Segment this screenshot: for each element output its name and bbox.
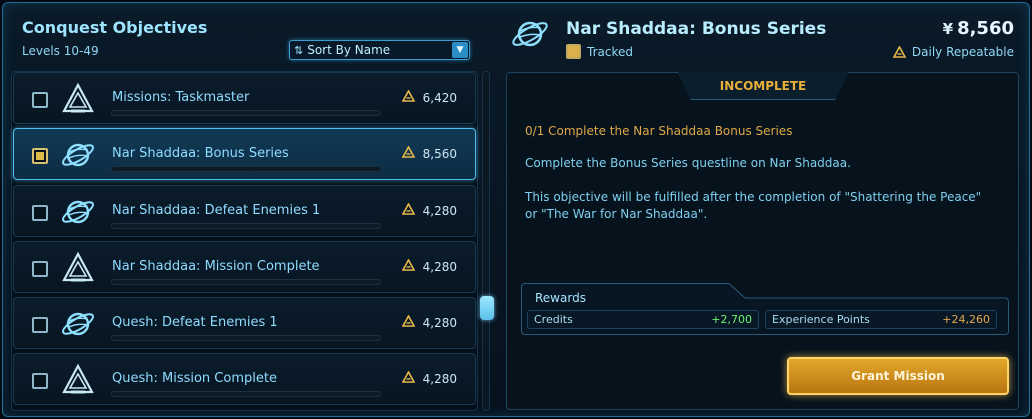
objective-name: Nar Shaddaa: Defeat Enemies 1: [112, 203, 321, 218]
conquest-chevron-icon: [60, 81, 96, 117]
objective-points-value: 6,420: [422, 90, 457, 105]
grant-mission-button[interactable]: Grant Mission: [787, 357, 1009, 395]
conquest-triangle-icon: [401, 315, 415, 330]
credits-value: +2,700: [711, 313, 752, 326]
reward-credits: Credits +2,700: [527, 310, 759, 329]
objective-row[interactable]: Missions: Taskmaster 6,420: [13, 72, 476, 124]
sort-dropdown[interactable]: ⇅ Sort By Name ▼: [289, 40, 470, 60]
track-checkbox[interactable]: [32, 148, 48, 164]
progress-text: 0/1 Complete the Nar Shaddaa Bonus Serie…: [525, 124, 793, 138]
track-checkbox[interactable]: [32, 373, 48, 389]
objective-name: Quesh: Defeat Enemies 1: [112, 315, 278, 330]
conquest-triangle-icon: [401, 259, 415, 274]
objective-name: Quesh: Mission Complete: [112, 371, 277, 386]
sort-label: Sort By Name: [307, 43, 391, 57]
description-text: Complete the Bonus Series questline on N…: [525, 156, 851, 170]
objective-points-value: 8,560: [422, 146, 457, 161]
conquest-triangle-icon: [401, 371, 415, 386]
objective-row[interactable]: Nar Shaddaa: Bonus Series 8,560: [13, 128, 476, 180]
objective-points: 4,280: [401, 315, 457, 330]
objective-points-value: 4,280: [422, 315, 457, 330]
track-checkbox[interactable]: [32, 261, 48, 277]
conquest-triangle-icon: [401, 90, 415, 105]
conquest-points: ¥ 8,560: [943, 18, 1014, 39]
conquest-triangle-icon: [892, 46, 906, 58]
conquest-triangle-icon: [401, 146, 415, 161]
xp-label: Experience Points: [772, 313, 870, 326]
level-range: Levels 10-49: [22, 44, 99, 58]
objective-points-value: 4,280: [422, 371, 457, 386]
sort-icon: ⇅: [294, 43, 304, 57]
objective-points: 8,560: [401, 146, 457, 161]
track-checkbox[interactable]: [32, 92, 48, 108]
conquest-points-value: 8,560: [957, 18, 1014, 39]
objective-name: Missions: Taskmaster: [112, 90, 250, 105]
tracked-indicator[interactable]: Tracked: [566, 44, 633, 59]
rewards-section: Rewards Credits +2,700 Experience Points…: [521, 283, 1009, 335]
planet-ring-icon: [60, 194, 96, 230]
planet-ring-icon: [60, 137, 96, 173]
rewards-label: Rewards: [535, 291, 586, 305]
planet-ring-icon: [512, 21, 548, 47]
objective-progress-bar: [111, 335, 381, 341]
conquest-triangle-icon: [401, 203, 415, 218]
objective-points: 6,420: [401, 90, 457, 105]
reward-experience: Experience Points +24,260: [765, 310, 997, 329]
objective-name: Nar Shaddaa: Bonus Series: [112, 146, 289, 161]
objective-progress-bar: [111, 391, 381, 397]
objective-row[interactable]: Quesh: Defeat Enemies 1 4,280: [13, 297, 476, 349]
conquest-chevron-icon: [60, 362, 96, 398]
completion-note: This objective will be fulfilled after t…: [525, 190, 982, 221]
repeat-indicator: Daily Repeatable: [892, 45, 1014, 59]
repeat-label: Daily Repeatable: [911, 45, 1014, 59]
tracked-label: Tracked: [587, 44, 633, 59]
objective-row[interactable]: Nar Shaddaa: Defeat Enemies 1 4,280: [13, 185, 476, 237]
objective-row[interactable]: Quesh: Mission Complete 4,280: [13, 353, 476, 405]
objective-progress-bar: [111, 166, 381, 172]
objective-list: Missions: Taskmaster 6,420 Nar Shaddaa: Bo…: [11, 71, 478, 411]
credits-label: Credits: [534, 313, 573, 326]
detail-title: Nar Shaddaa: Bonus Series: [566, 19, 827, 39]
objective-points-value: 4,280: [422, 203, 457, 218]
objective-points: 4,280: [401, 203, 457, 218]
left-title: Conquest Objectives: [22, 18, 208, 37]
objective-points-value: 4,280: [422, 259, 457, 274]
status-badge: INCOMPLETE: [677, 72, 849, 100]
objective-points: 4,280: [401, 371, 457, 386]
list-scrollbar[interactable]: [480, 71, 494, 411]
objective-progress-bar: [111, 110, 381, 116]
conquest-chevron-icon: [60, 250, 96, 286]
objective-points: 4,280: [401, 259, 457, 274]
conquest-currency-icon: ¥: [942, 19, 954, 38]
tracked-checkbox[interactable]: [566, 44, 581, 59]
objective-progress-bar: [111, 223, 381, 229]
xp-value: +24,260: [942, 313, 990, 326]
objective-row[interactable]: Nar Shaddaa: Mission Complete 4,280: [13, 241, 476, 293]
objective-progress-bar: [111, 279, 381, 285]
objective-name: Nar Shaddaa: Mission Complete: [112, 259, 320, 274]
track-checkbox[interactable]: [32, 317, 48, 333]
track-checkbox[interactable]: [32, 205, 48, 221]
planet-ring-icon: [60, 306, 96, 342]
chevron-down-icon[interactable]: ▼: [452, 42, 468, 58]
objective-detail-panel: INCOMPLETE 0/1 Complete the Nar Shaddaa …: [506, 72, 1019, 410]
scroll-thumb[interactable]: [480, 296, 494, 320]
